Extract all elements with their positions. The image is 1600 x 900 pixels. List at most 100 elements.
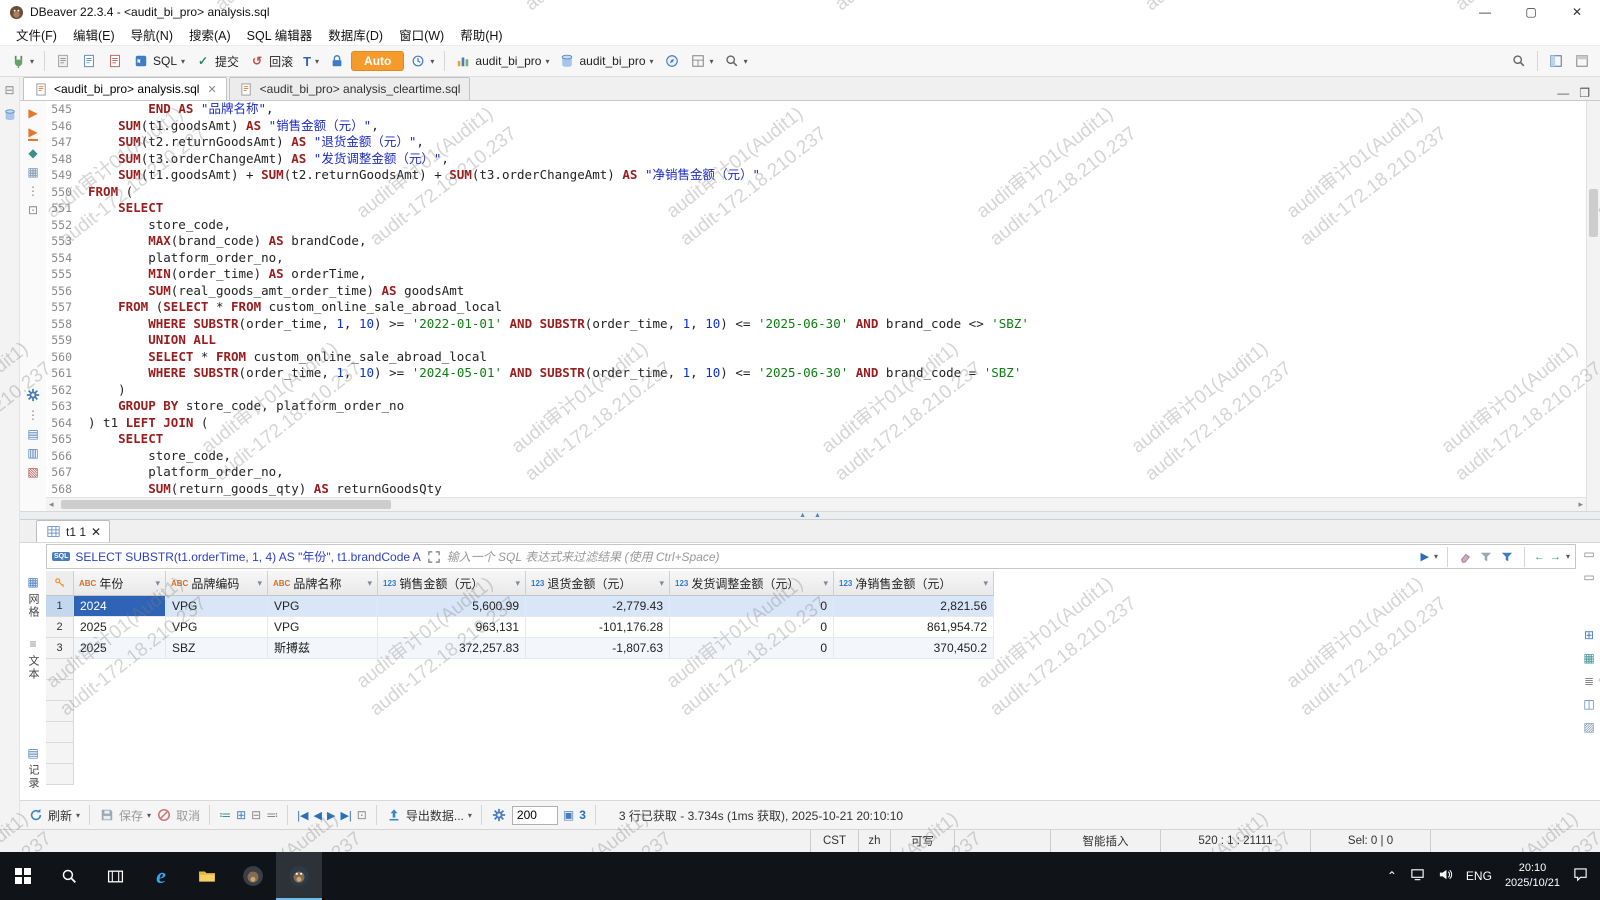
- new-sql-editor-button[interactable]: [51, 50, 75, 72]
- grid-view-icon[interactable]: ▦: [27, 575, 38, 589]
- start-button[interactable]: [0, 852, 46, 900]
- scroll-right-arrow-icon[interactable]: ▸: [1575, 499, 1586, 510]
- panel-layout-dropdown[interactable]: ▾: [686, 50, 718, 72]
- more-actions-icon[interactable]: ⋮: [27, 408, 39, 422]
- column-filter-dropdown-icon[interactable]: ▾: [983, 578, 988, 589]
- text-view-tab[interactable]: 文本: [25, 655, 41, 681]
- database-selector[interactable]: audit_bi_pro ▾: [451, 50, 553, 72]
- output-panel-icon[interactable]: ▤: [27, 427, 38, 441]
- menu-item-7[interactable]: 窗口(W): [391, 23, 452, 46]
- commit-button[interactable]: ✓ 提交: [191, 50, 243, 73]
- sql-editor[interactable]: ▶ ▶ ◆ ▦ ⋮ ⊡ ⋮ ▤ ▥ ▧ 545 END AS "品牌名称", 54…: [20, 101, 1600, 511]
- action-center-icon[interactable]: [1573, 867, 1588, 885]
- grid-cell[interactable]: 370,450.2: [834, 638, 994, 659]
- grid-cell[interactable]: 861,954.72: [834, 617, 994, 638]
- menu-item-1[interactable]: 文件(F): [8, 23, 65, 46]
- last-row-icon[interactable]: ▶|: [340, 809, 351, 822]
- explain-plan-icon[interactable]: ◆: [28, 146, 37, 160]
- menu-item-8[interactable]: 帮助(H): [452, 23, 510, 46]
- row-number[interactable]: 2: [46, 617, 74, 638]
- value-viewer-icon[interactable]: ▦: [1583, 651, 1594, 665]
- cancel-button[interactable]: 取消: [156, 807, 200, 824]
- language-indicator[interactable]: ENG: [1466, 869, 1492, 883]
- grid-cell[interactable]: 2025: [74, 617, 166, 638]
- perspective-button[interactable]: [1544, 50, 1568, 72]
- menu-item-3[interactable]: 导航(N): [123, 23, 181, 46]
- editor-tab[interactable]: <audit_bi_pro> analysis.sql ✕: [23, 77, 227, 100]
- grid-cell[interactable]: -2,779.43: [526, 596, 670, 617]
- grid-cell[interactable]: -1,807.63: [526, 638, 670, 659]
- grid-view-tab[interactable]: 网格: [25, 593, 41, 619]
- column-header[interactable]: 123 退货金额（元） ▾: [526, 571, 670, 596]
- goto-row-icon[interactable]: ⊡: [357, 808, 367, 822]
- eraser-icon[interactable]: [1457, 549, 1473, 565]
- grid-panel-icon[interactable]: ▦: [27, 165, 38, 179]
- open-sql-script-button[interactable]: [77, 50, 101, 72]
- grid-cell[interactable]: 0: [670, 617, 834, 638]
- scrollbar-thumb[interactable]: [60, 500, 391, 509]
- new-connection-button[interactable]: ▾: [6, 50, 38, 72]
- grid-cell[interactable]: 963,131: [378, 617, 526, 638]
- menu-item-4[interactable]: 搜索(A): [181, 23, 239, 46]
- collapse-up-icon[interactable]: ▲: [814, 512, 821, 519]
- restore-view-icon[interactable]: ⊟: [4, 83, 14, 97]
- code-area[interactable]: 545 END AS "品牌名称", 546 SUM(t1.goodsAmt) A…: [46, 101, 1586, 497]
- column-header[interactable]: ABC 年份 ▾: [74, 571, 166, 596]
- device-icon[interactable]: [1410, 867, 1425, 885]
- hidden-icons-chevron-icon[interactable]: ⌃: [1387, 869, 1397, 883]
- column-filter-dropdown-icon[interactable]: ▾: [823, 578, 828, 589]
- taskbar-clock[interactable]: 20:10 2025/10/21: [1505, 861, 1560, 891]
- database-navigator-icon[interactable]: [2, 107, 18, 123]
- record-view-tab[interactable]: 记录: [25, 764, 41, 790]
- search-dropdown[interactable]: ▾: [720, 50, 752, 72]
- metadata-panel-icon[interactable]: ≣: [1584, 674, 1594, 688]
- filter-icon[interactable]: [1499, 549, 1515, 565]
- results-tab[interactable]: t1 1 ✕: [36, 520, 111, 542]
- scrollbar-thumb[interactable]: [1589, 189, 1598, 237]
- nav-dropdown-icon[interactable]: ▾: [1566, 552, 1570, 561]
- apply-filter-icon[interactable]: ▶: [1421, 550, 1429, 563]
- grid-cell[interactable]: VPG: [166, 617, 268, 638]
- filter-expression-input[interactable]: [446, 549, 1416, 564]
- calc-panel-icon[interactable]: ⊞: [1584, 628, 1594, 642]
- grid-cell[interactable]: SBZ: [166, 638, 268, 659]
- column-filter-dropdown-icon[interactable]: ▾: [155, 578, 160, 589]
- menu-item-6[interactable]: 数据库(D): [320, 23, 391, 46]
- panel-minimize-icon[interactable]: ▭: [1583, 570, 1594, 584]
- speaker-icon[interactable]: [1438, 867, 1453, 885]
- ie-button[interactable]: e: [138, 852, 184, 900]
- grid-cell[interactable]: 0: [670, 638, 834, 659]
- previous-row-icon[interactable]: ◀: [314, 809, 322, 822]
- menu-item-2[interactable]: 编辑(E): [65, 23, 123, 46]
- next-row-icon[interactable]: ▶: [327, 809, 335, 822]
- taskbar-search-button[interactable]: [46, 852, 92, 900]
- panel-maximize-icon[interactable]: ▭: [1583, 547, 1594, 561]
- column-filter-dropdown-icon[interactable]: ▾: [257, 578, 262, 589]
- column-filter-dropdown-icon[interactable]: ▾: [515, 578, 520, 589]
- editor-results-splitter[interactable]: ▲ ▲: [20, 511, 1600, 520]
- rollback-button[interactable]: ↺ 回滚: [245, 50, 297, 73]
- lock-button[interactable]: [325, 50, 349, 72]
- scroll-left-arrow-icon[interactable]: ◂: [46, 499, 57, 510]
- grid-cell[interactable]: VPG: [268, 596, 378, 617]
- expand-icon[interactable]: [426, 549, 442, 565]
- filter-history-dropdown-icon[interactable]: ▾: [1434, 552, 1438, 561]
- fetch-page-icon[interactable]: ▣: [563, 808, 574, 822]
- row-number[interactable]: 3: [46, 638, 74, 659]
- menu-item-5[interactable]: SQL 编辑器: [239, 23, 321, 46]
- editor-horizontal-scrollbar[interactable]: ◂ ▸: [46, 497, 1586, 511]
- duplicate-row-icon[interactable]: ⊞: [236, 808, 246, 822]
- settings-gear-icon[interactable]: [25, 387, 41, 403]
- navigator-link-button[interactable]: [660, 50, 684, 72]
- minimize-editor-icon[interactable]: —: [1557, 86, 1569, 100]
- column-filter-dropdown-icon[interactable]: ▾: [367, 578, 372, 589]
- add-row-icon[interactable]: ≔: [219, 808, 231, 822]
- row-number[interactable]: 1: [46, 596, 74, 617]
- fetch-size-input[interactable]: [511, 805, 558, 825]
- editor-vertical-scrollbar[interactable]: [1586, 101, 1600, 511]
- close-icon[interactable]: ✕: [91, 525, 101, 539]
- forward-icon[interactable]: →: [1550, 551, 1561, 563]
- task-view-button[interactable]: [92, 852, 138, 900]
- recent-sql-button[interactable]: [103, 50, 127, 72]
- close-button[interactable]: ✕: [1554, 0, 1600, 24]
